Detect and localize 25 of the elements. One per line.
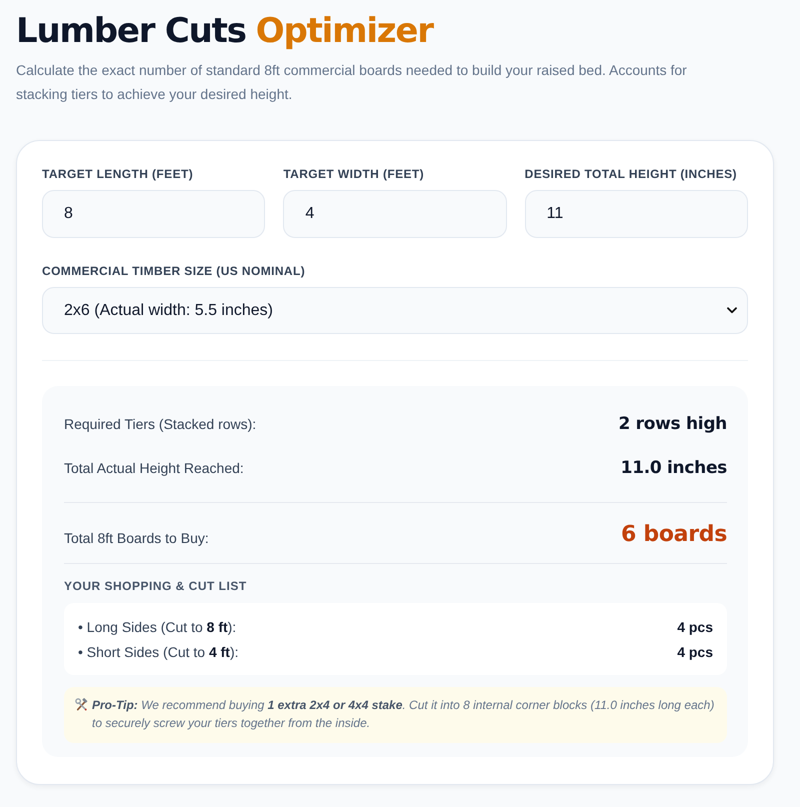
pro-tip-text: Pro-Tip: We recommend buying 1 extra 2x4 or 4x4 stake. Cut it into 8 internal corner blocks (11.0 inches long each) to securely screw your tiers together from the inside.	[92, 697, 715, 732]
chevron-down-icon	[727, 307, 737, 314]
result-label: Required Tiers (Stacked rows):	[64, 415, 256, 434]
page-title-accent: Optimizer	[256, 10, 433, 52]
field-label: COMMERCIAL TIMBER SIZE (US NOMINAL)	[42, 264, 306, 279]
field-label: TARGET WIDTH (FEET)	[283, 167, 426, 182]
hammer-wrench-icon	[75, 698, 88, 711]
cut-item-quantity: 4 pcs	[677, 643, 713, 662]
field-label: DESIRED TOTAL HEIGHT (INCHES)	[524, 167, 738, 182]
result-label: Total Actual Height Reached:	[64, 459, 244, 478]
result-value: 2 rows high	[618, 413, 727, 436]
input-field[interactable]: 11	[524, 190, 748, 238]
cut-list-heading: YOUR SHOPPING & CUT LIST	[64, 578, 248, 594]
result-label: Total 8ft Boards to Buy:	[64, 529, 209, 548]
cut-item-label: • Short Sides (Cut to 4 ft):	[78, 643, 239, 662]
cut-item-quantity: 4 pcs	[677, 618, 713, 637]
input-field[interactable]: 4	[283, 190, 507, 238]
page-title: Lumber Cuts	[16, 10, 246, 52]
field-label: TARGET LENGTH (FEET)	[42, 167, 194, 182]
page-description: Calculate the exact number of standard 8ft commercial boards needed to build your raised bed. Accounts for stacking tiers to achieve your desired height.	[16, 61, 688, 104]
timber-size-select[interactable]: 2x6 (Actual width: 5.5 inches)	[42, 287, 748, 334]
total-boards-value: 6 boards	[621, 521, 727, 549]
cut-item-label: • Long Sides (Cut to 8 ft):	[78, 618, 236, 637]
input-field[interactable]: 8	[42, 190, 266, 238]
result-value: 11.0 inches	[620, 457, 727, 480]
